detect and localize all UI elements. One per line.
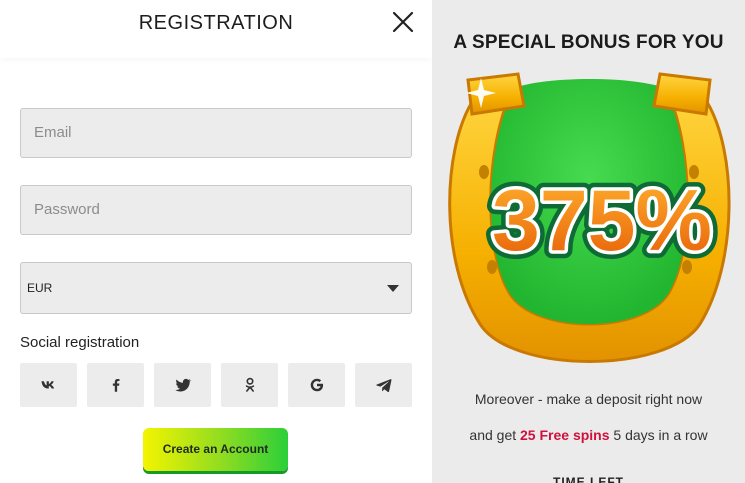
email-placeholder: Email: [34, 124, 72, 141]
bonus-panel: A SPECIAL BONUS FOR YOU 375% 375% 375% M…: [432, 0, 745, 483]
password-placeholder: Password: [34, 201, 100, 218]
chevron-down-icon: [387, 285, 399, 292]
create-account-button[interactable]: Create an Account: [143, 428, 288, 471]
modal-header: REGISTRATION: [0, 0, 432, 58]
free-spins-prefix: and get: [469, 427, 521, 443]
facebook-button[interactable]: [87, 363, 144, 407]
horseshoe-illustration: 375% 375% 375%: [448, 72, 731, 363]
twitter-icon: [174, 378, 191, 392]
registration-modal: REGISTRATION Email Password EUR Social r…: [0, 0, 745, 483]
free-spins-highlight: 25 Free spins: [520, 427, 610, 443]
currency-select[interactable]: EUR: [20, 262, 412, 314]
email-field[interactable]: Email: [20, 108, 412, 158]
social-registration-label: Social registration: [20, 334, 140, 351]
google-button[interactable]: [288, 363, 345, 407]
vk-icon: [41, 381, 54, 389]
telegram-icon: [375, 379, 391, 393]
odnoklassniki-icon: [245, 377, 254, 392]
odnoklassniki-button[interactable]: [221, 363, 278, 407]
twitter-button[interactable]: [154, 363, 211, 407]
free-spins-text: and get 25 Free spins 5 days in a row: [432, 427, 745, 443]
facebook-icon: [112, 379, 119, 392]
close-icon[interactable]: [391, 10, 415, 34]
deposit-text: Moreover - make a deposit right now: [474, 391, 703, 407]
page-title: REGISTRATION: [138, 12, 294, 34]
free-spins-suffix: 5 days in a row: [609, 427, 708, 443]
currency-value: EUR: [27, 281, 53, 295]
bonus-title: A SPECIAL BONUS FOR YOU: [453, 32, 724, 53]
password-field[interactable]: Password: [20, 185, 412, 235]
google-icon: [310, 378, 323, 392]
timer-label: TIME LEFT: [553, 475, 624, 483]
vk-button[interactable]: [20, 363, 77, 407]
telegram-button[interactable]: [355, 363, 412, 407]
bonus-percent: 375%: [492, 173, 712, 269]
registration-panel: REGISTRATION Email Password EUR Social r…: [0, 0, 432, 483]
